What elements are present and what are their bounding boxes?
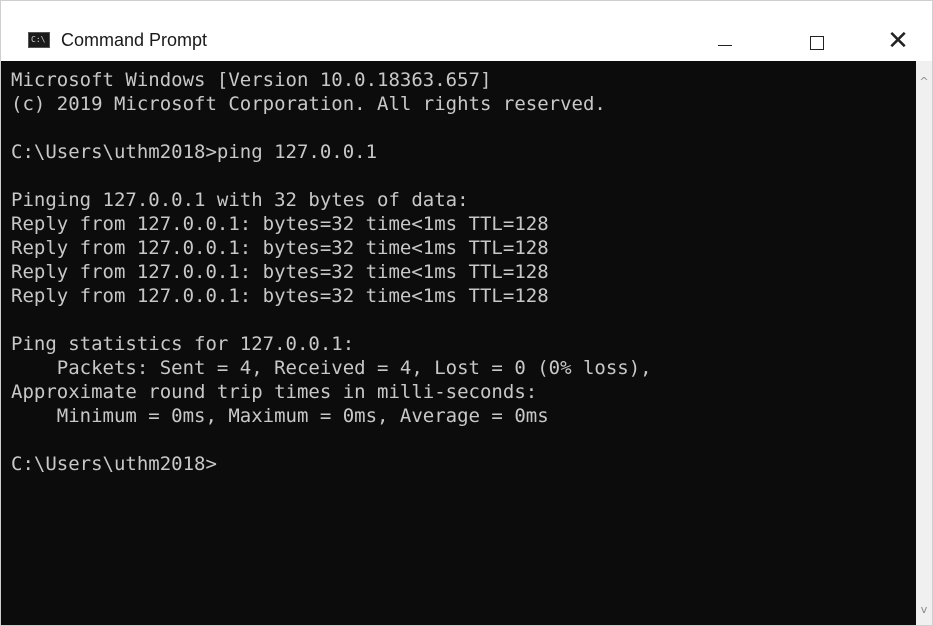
console-lines: Microsoft Windows [Version 10.0.18363.65… xyxy=(11,68,911,476)
console-line: Packets: Sent = 4, Received = 4, Lost = … xyxy=(11,357,652,379)
console-line: Approximate round trip times in milli-se… xyxy=(11,381,538,403)
window-title: Command Prompt xyxy=(61,30,208,50)
console-line: (c) 2019 Microsoft Corporation. All righ… xyxy=(11,93,606,115)
scroll-up-arrow-icon[interactable]: ^ xyxy=(916,73,932,89)
maximize-button[interactable] xyxy=(786,15,848,61)
minimize-icon xyxy=(718,44,732,46)
title-bar[interactable]: C:\ Command Prompt ✕ xyxy=(1,1,932,61)
console-line: Reply from 127.0.0.1: bytes=32 time<1ms … xyxy=(11,213,549,235)
console-line: Pinging 127.0.0.1 with 32 bytes of data: xyxy=(11,189,469,211)
command-prompt-window: C:\ Command Prompt ✕ Microsoft Windows [… xyxy=(0,0,933,626)
console-output[interactable]: Microsoft Windows [Version 10.0.18363.65… xyxy=(1,61,916,625)
scroll-down-arrow-icon[interactable]: v xyxy=(916,601,932,617)
console-line: Ping statistics for 127.0.0.1: xyxy=(11,333,355,355)
console-line: C:\Users\uthm2018>ping 127.0.0.1 xyxy=(11,141,378,163)
console-line: Reply from 127.0.0.1: bytes=32 time<1ms … xyxy=(11,261,549,283)
cmd-icon-label: C:\ xyxy=(31,35,46,44)
close-icon: ✕ xyxy=(887,26,909,56)
minimize-button[interactable] xyxy=(694,15,756,61)
console-line: Microsoft Windows [Version 10.0.18363.65… xyxy=(11,69,492,91)
cmd-app-icon[interactable]: C:\ xyxy=(28,32,50,48)
command-prompt-line[interactable]: C:\Users\uthm2018> xyxy=(11,452,911,476)
console-line: Reply from 127.0.0.1: bytes=32 time<1ms … xyxy=(11,285,549,307)
console-line: Reply from 127.0.0.1: bytes=32 time<1ms … xyxy=(11,237,549,259)
vertical-scrollbar[interactable]: ^ v xyxy=(916,61,932,625)
close-button[interactable]: ✕ xyxy=(867,15,929,61)
console-line: Minimum = 0ms, Maximum = 0ms, Average = … xyxy=(11,405,549,427)
maximize-icon xyxy=(810,36,824,50)
